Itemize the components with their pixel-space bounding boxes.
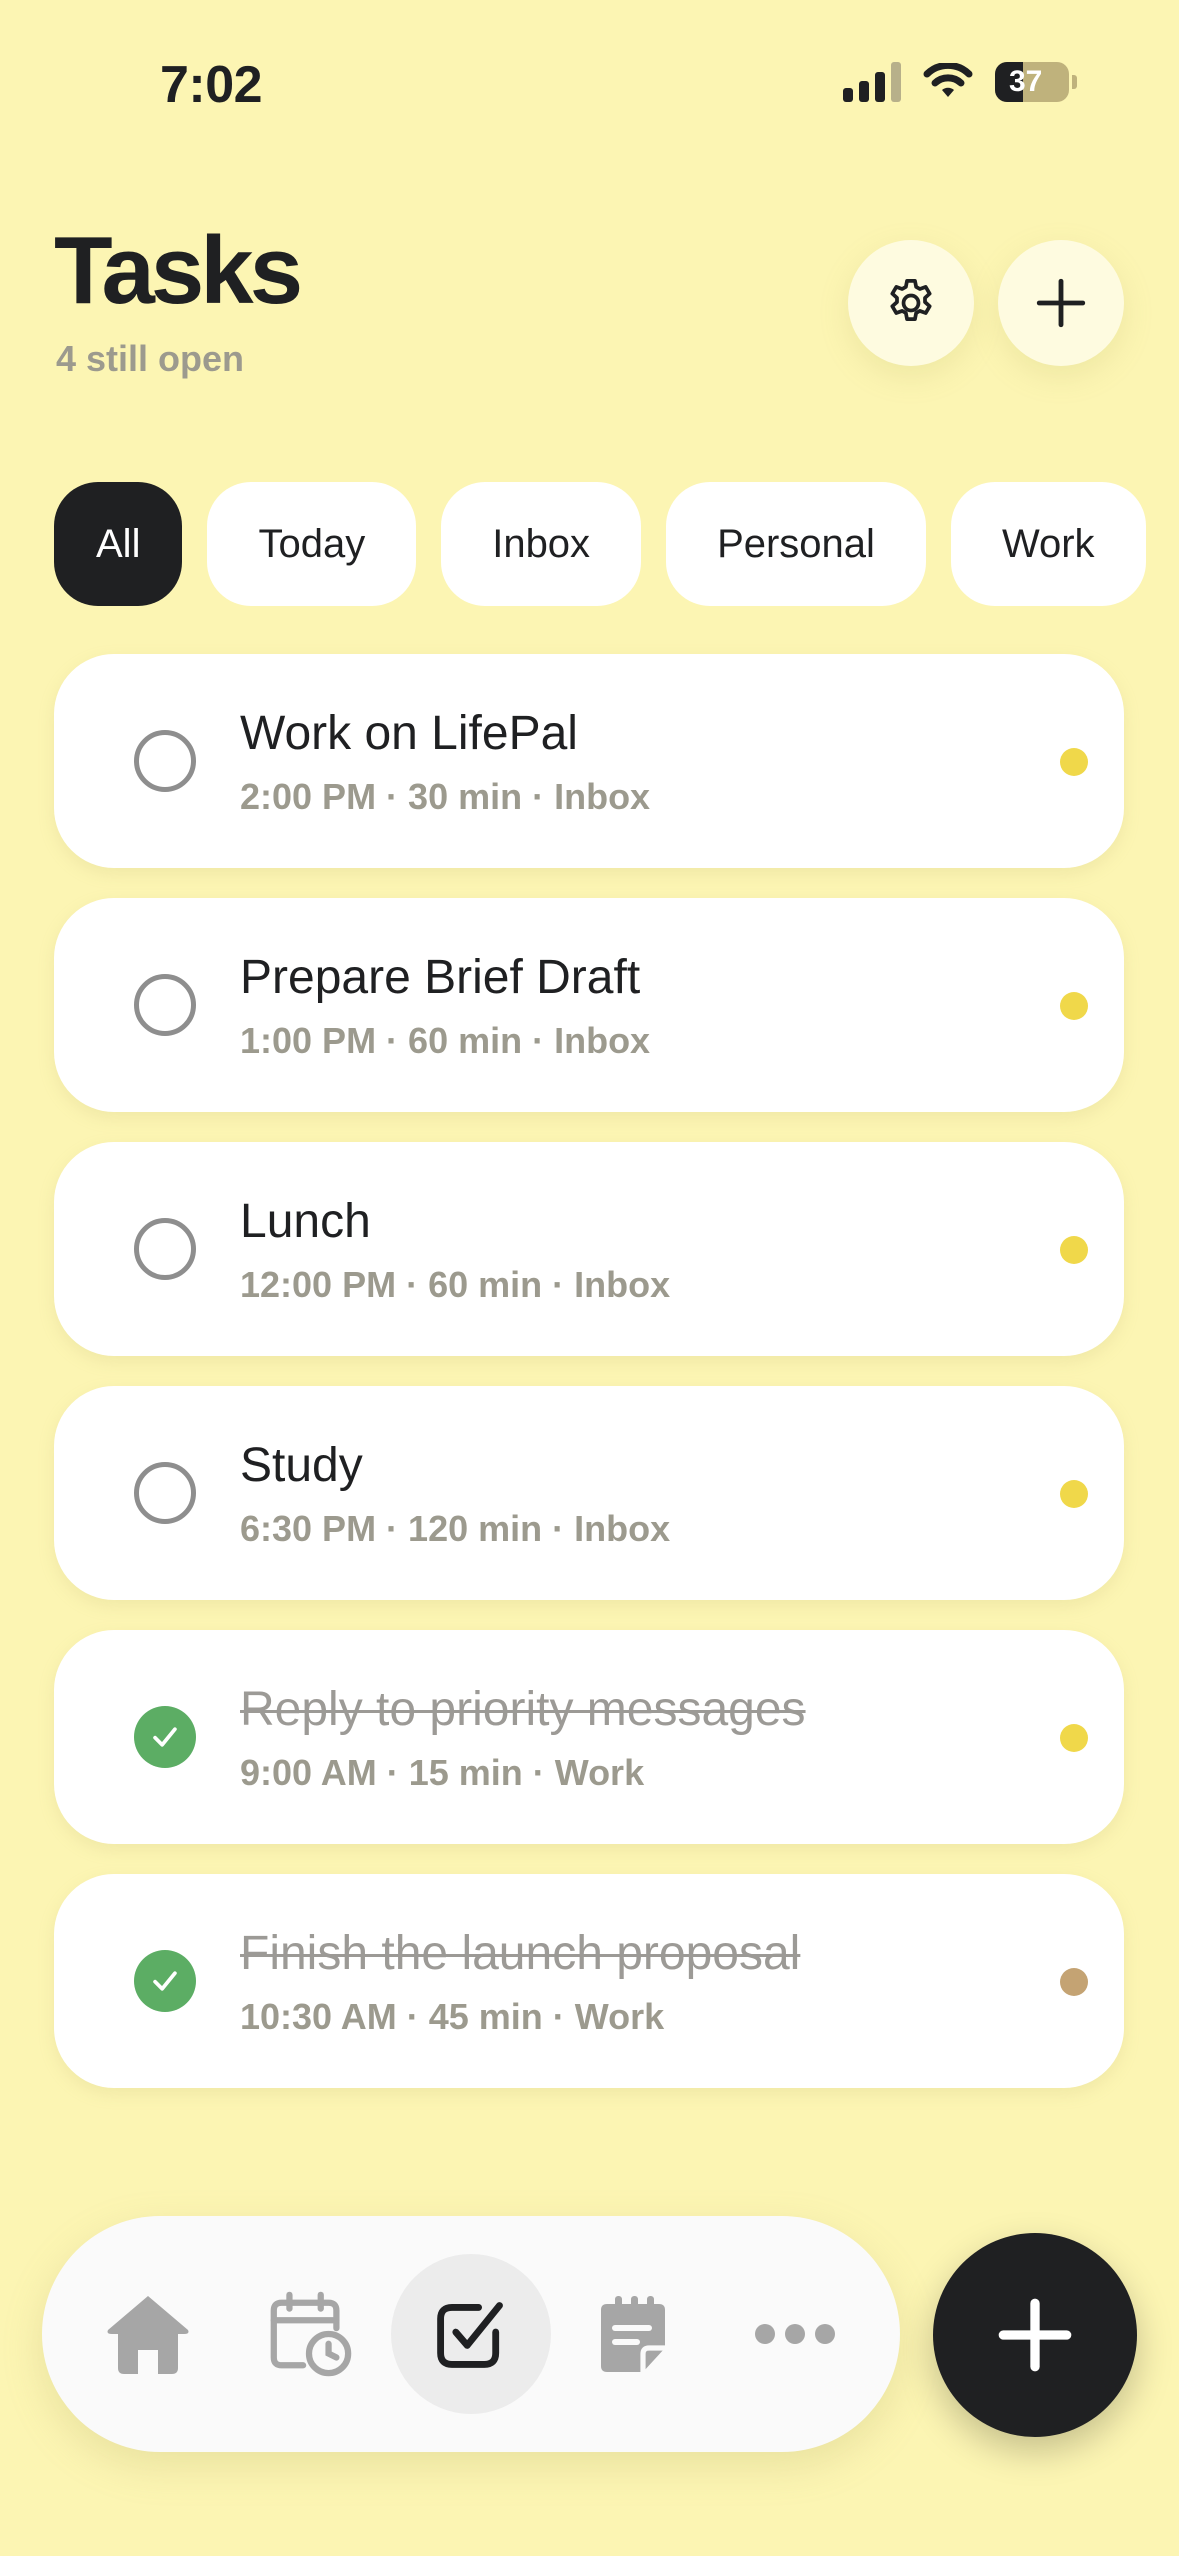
task-title: Reply to priority messages xyxy=(240,1683,806,1736)
task-card-completed[interactable]: Reply to priority messages 9:00 AM · 15 … xyxy=(54,1630,1124,1844)
tab-tasks[interactable] xyxy=(391,2254,551,2414)
task-checkbox-checked[interactable] xyxy=(134,1706,196,1768)
add-floating-button[interactable] xyxy=(933,2233,1137,2437)
battery-icon: 37 xyxy=(995,62,1077,102)
task-checkbox[interactable] xyxy=(134,974,196,1036)
task-meta: 12:00 PM · 60 min · Inbox xyxy=(240,1264,671,1305)
task-title: Lunch xyxy=(240,1195,371,1248)
battery-level: 37 xyxy=(1009,65,1043,98)
task-title: Prepare Brief Draft xyxy=(240,951,641,1004)
tab-home[interactable] xyxy=(68,2266,228,2402)
task-card-completed[interactable]: Finish the launch proposal 10:30 AM · 45… xyxy=(54,1874,1124,2088)
open-count: 4 still open xyxy=(56,338,245,379)
settings-button[interactable] xyxy=(848,240,974,366)
task-meta: 10:30 AM · 45 min · Work xyxy=(240,1996,665,2037)
task-color-dot xyxy=(1060,992,1088,1020)
task-color-dot xyxy=(1060,748,1088,776)
tasks-check-icon xyxy=(437,2302,503,2368)
task-checkbox[interactable] xyxy=(134,730,196,792)
status-time: 7:02 xyxy=(160,56,263,114)
tab-calendar[interactable] xyxy=(229,2266,389,2402)
task-checkbox[interactable] xyxy=(134,1462,196,1524)
task-list: Work on LifePal 2:00 PM · 30 min · Inbox… xyxy=(54,654,1124,2118)
task-color-dot xyxy=(1060,1236,1088,1264)
cellular-signal-icon xyxy=(843,62,901,102)
filter-chip-work[interactable]: Work xyxy=(950,482,1146,606)
task-meta: 1:00 PM · 60 min · Inbox xyxy=(240,1020,651,1061)
home-icon xyxy=(107,2296,189,2374)
filter-chip-inbox[interactable]: Inbox xyxy=(441,482,642,606)
task-meta: 6:30 PM · 120 min · Inbox xyxy=(240,1508,671,1549)
task-color-dot xyxy=(1060,1968,1088,1996)
task-checkbox[interactable] xyxy=(134,1218,196,1280)
calendar-clock-icon xyxy=(270,2291,352,2377)
task-checkbox-checked[interactable] xyxy=(134,1950,196,2012)
filter-chips: All Today Inbox Personal Work xyxy=(54,482,1146,606)
checkmark-icon xyxy=(153,1727,177,1747)
task-card[interactable]: Study 6:30 PM · 120 min · Inbox xyxy=(54,1386,1124,1600)
status-icons: 37 xyxy=(843,62,1077,102)
more-icon xyxy=(755,2324,835,2344)
task-color-dot xyxy=(1060,1480,1088,1508)
task-card[interactable]: Prepare Brief Draft 1:00 PM · 60 min · I… xyxy=(54,898,1124,1112)
task-title: Study xyxy=(240,1439,363,1492)
filter-chip-today[interactable]: Today xyxy=(207,482,417,606)
plus-icon xyxy=(1036,278,1086,328)
filter-chip-all[interactable]: All xyxy=(54,482,183,606)
add-task-button[interactable] xyxy=(998,240,1124,366)
bottom-tab-bar xyxy=(42,2216,900,2452)
notes-icon xyxy=(601,2296,665,2372)
plus-icon xyxy=(998,2298,1072,2372)
task-card[interactable]: Lunch 12:00 PM · 60 min · Inbox xyxy=(54,1142,1124,1356)
gear-icon xyxy=(890,278,932,321)
task-meta: 2:00 PM · 30 min · Inbox xyxy=(240,776,651,817)
filter-chip-personal[interactable]: Personal xyxy=(666,482,926,606)
checkmark-icon xyxy=(153,1971,177,1991)
tab-more[interactable] xyxy=(715,2266,875,2402)
task-title: Work on LifePal xyxy=(240,707,578,760)
task-meta: 9:00 AM · 15 min · Work xyxy=(240,1752,645,1793)
task-color-dot xyxy=(1060,1724,1088,1752)
tab-notes[interactable] xyxy=(553,2266,713,2402)
task-title: Finish the launch proposal xyxy=(240,1927,801,1980)
page-title: Tasks xyxy=(54,217,303,324)
wifi-icon xyxy=(923,63,973,97)
task-card[interactable]: Work on LifePal 2:00 PM · 30 min · Inbox xyxy=(54,654,1124,868)
